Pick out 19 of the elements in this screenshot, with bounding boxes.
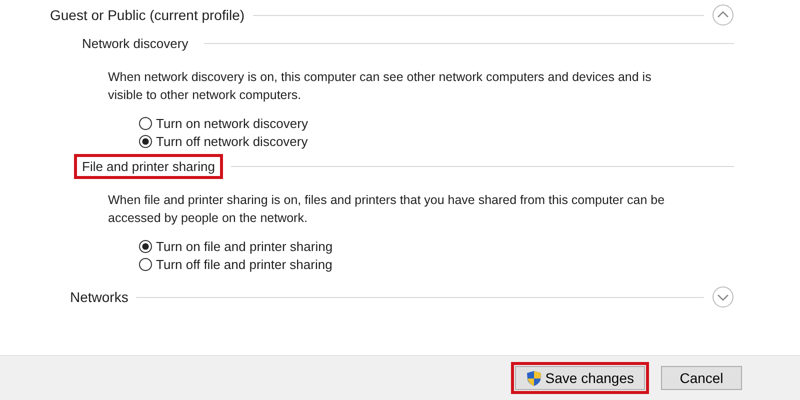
section-heading: File and printer sharing xyxy=(74,154,223,178)
section-heading: Network discovery xyxy=(81,34,190,53)
networks-title: Networks xyxy=(70,289,128,305)
expand-icon[interactable] xyxy=(712,286,734,308)
radio-label[interactable]: Turn off file and printer sharing xyxy=(156,257,332,272)
radio-button[interactable] xyxy=(139,240,152,253)
radio-label[interactable]: Turn off network discovery xyxy=(156,134,308,149)
radio-button[interactable] xyxy=(139,258,152,271)
section-description: When network discovery is on, this computer can see other network computers and devices and is visible to other network computers. xyxy=(108,69,652,104)
section-description: When file and printer sharing is on, files and printers that you have shared from this computer can be accessed by people on the network. xyxy=(108,192,666,227)
radio-button[interactable] xyxy=(139,117,152,130)
shield-icon xyxy=(526,370,542,386)
save-button[interactable]: Save changes xyxy=(515,366,645,390)
cancel-button[interactable]: Cancel xyxy=(661,366,742,390)
collapse-icon[interactable] xyxy=(712,4,734,26)
radio-button[interactable] xyxy=(139,135,152,148)
radio-label[interactable]: Turn on network discovery xyxy=(156,116,308,131)
radio-label[interactable]: Turn on file and printer sharing xyxy=(156,239,333,254)
profile-title: Guest or Public (current profile) xyxy=(50,7,245,23)
